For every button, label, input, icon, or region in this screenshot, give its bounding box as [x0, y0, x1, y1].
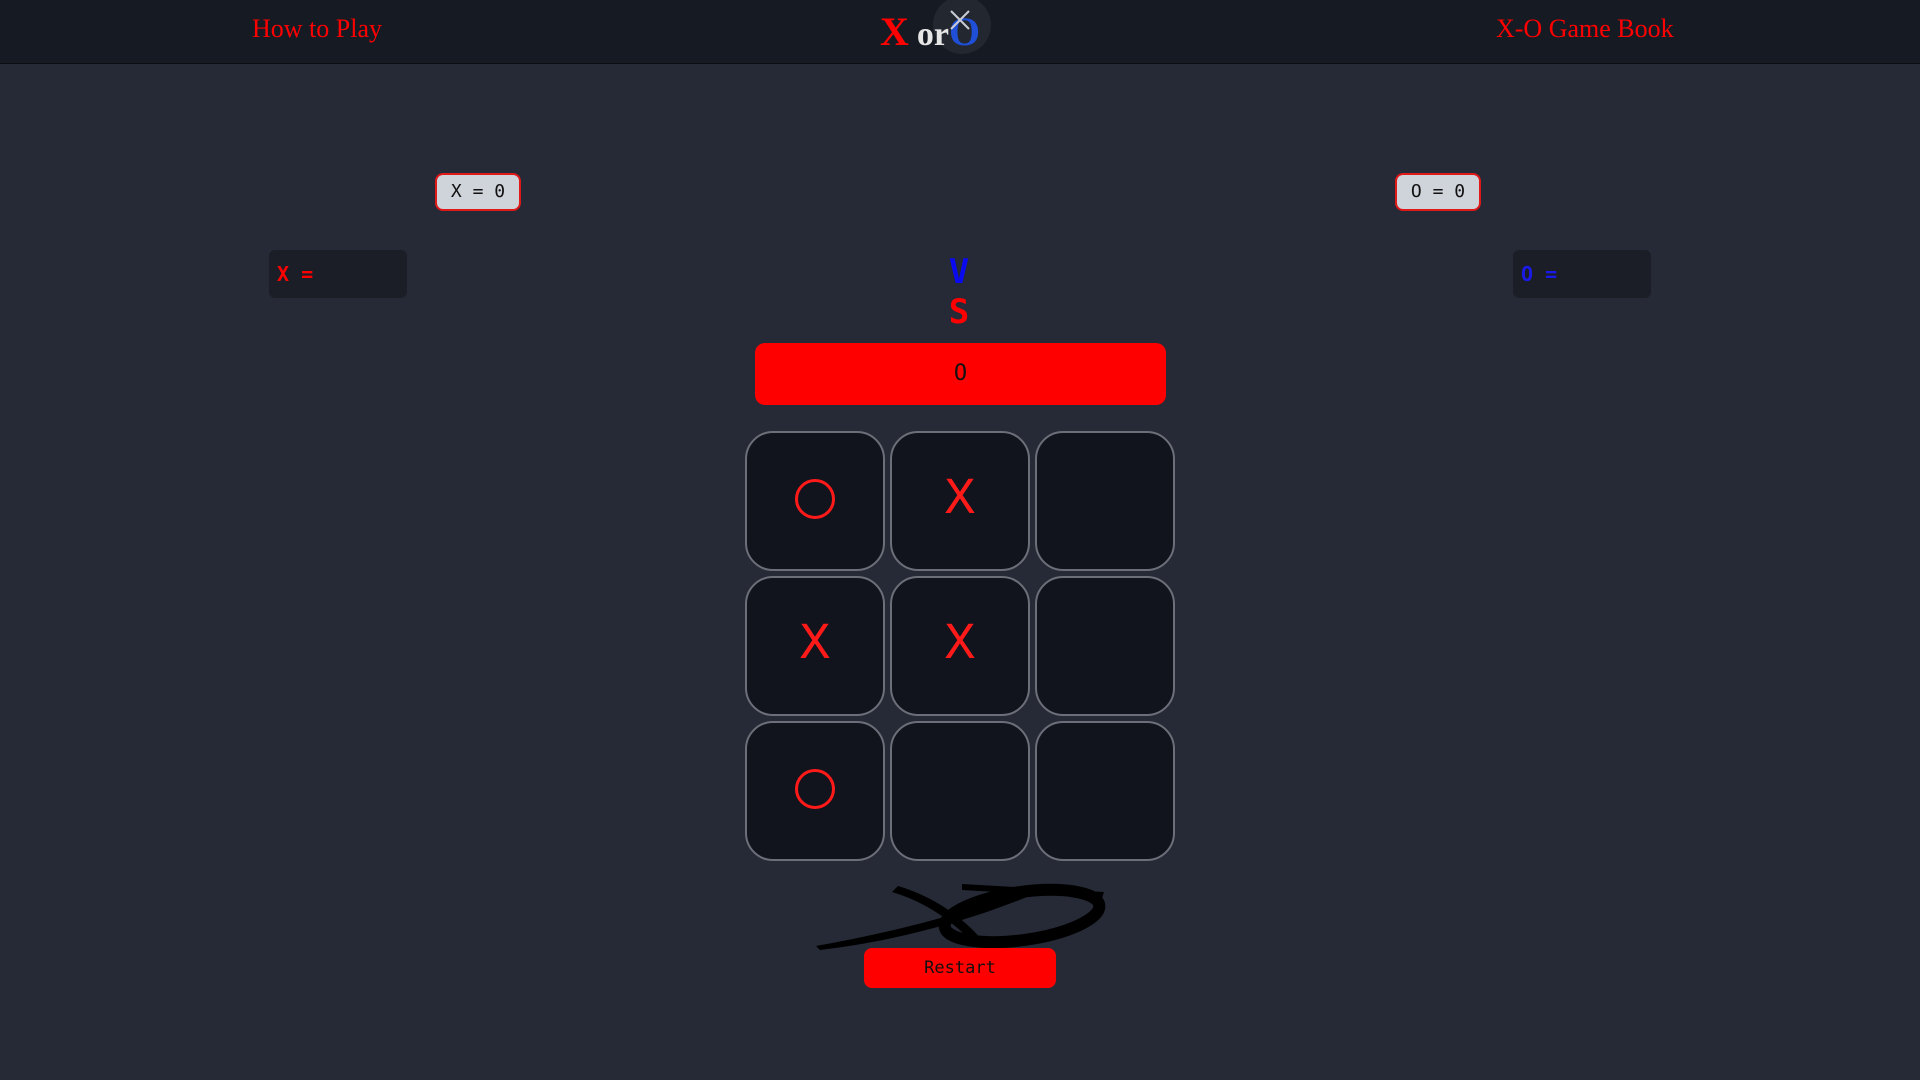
xo-brush-logo-icon [816, 883, 1106, 950]
logo-x: X [880, 9, 909, 54]
close-icon[interactable] [948, 8, 972, 32]
score-o-badge: O = 0 [1395, 173, 1481, 211]
player-x-name-field[interactable]: X = [269, 250, 407, 298]
vs-s: S [948, 292, 972, 332]
game-book-link[interactable]: X-O Game Book [1496, 14, 1674, 44]
board-cell[interactable] [1035, 431, 1175, 571]
top-bar: How to Play XorO X-O Game Book [0, 0, 1920, 64]
o-mark [795, 479, 835, 520]
versus-label: V S [930, 252, 990, 332]
board-cell[interactable] [1035, 721, 1175, 861]
score-x-badge: X = 0 [435, 173, 521, 211]
restart-button[interactable]: Restart [864, 948, 1056, 988]
o-mark [795, 769, 835, 810]
board-cell[interactable] [745, 721, 885, 861]
x-mark: X [944, 615, 976, 674]
x-mark: X [799, 615, 831, 674]
logo-or: or [916, 16, 949, 53]
site-logo[interactable]: XorO [880, 6, 1000, 58]
board-cell[interactable] [890, 721, 1030, 861]
how-to-play-link[interactable]: How to Play [252, 14, 382, 44]
player-o-name-field[interactable]: O = [1513, 250, 1651, 298]
board-cell[interactable]: X [890, 431, 1030, 571]
vs-v: V [948, 252, 972, 292]
board-cell[interactable]: X [745, 576, 885, 716]
turn-indicator: O [755, 343, 1166, 405]
game-board: X X X [745, 431, 1175, 861]
board-cell[interactable] [745, 431, 885, 571]
x-mark: X [944, 470, 976, 529]
board-cell[interactable] [1035, 576, 1175, 716]
board-cell[interactable]: X [890, 576, 1030, 716]
